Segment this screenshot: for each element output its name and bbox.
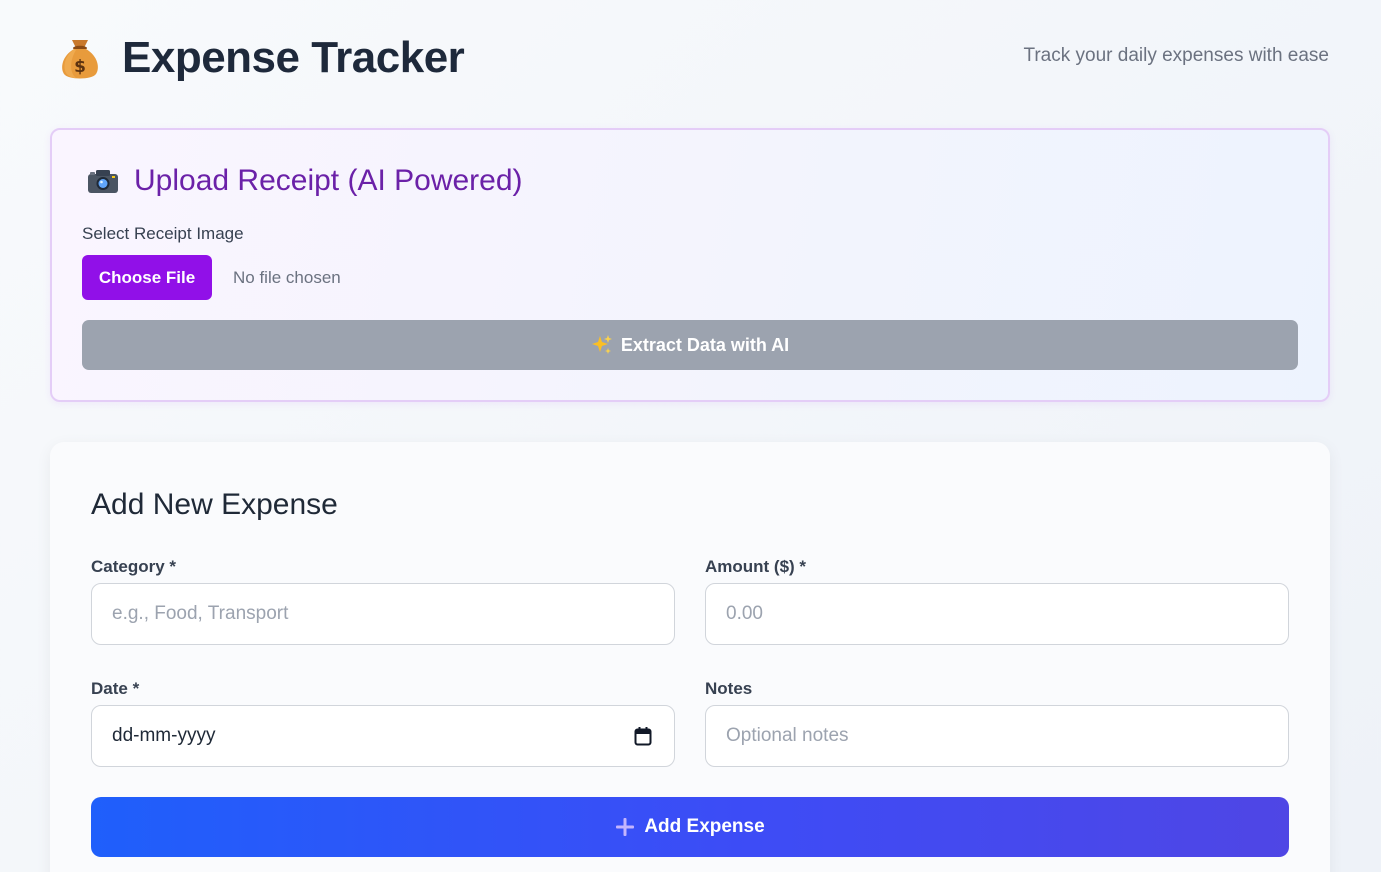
tagline: Track your daily expenses with ease	[1023, 45, 1329, 66]
upload-title-row: Upload Receipt (AI Powered)	[86, 164, 523, 198]
add-expense-title: Add New Expense	[91, 488, 338, 521]
extract-button-label: Extract Data with AI	[620, 334, 790, 355]
notes-label: Notes	[705, 679, 753, 698]
add-expense-button[interactable]: Add Expense	[91, 797, 1289, 857]
category-input[interactable]: e.g., Food, Transport	[91, 583, 675, 645]
add-expense-label: Add Expense	[644, 816, 765, 837]
date-placeholder: dd-mm-yyyy	[112, 725, 216, 746]
add-expense-card: Add New Expense Category * e.g., Food, T…	[50, 442, 1330, 872]
file-input[interactable]: Choose File No file chosen	[82, 255, 341, 300]
amount-label: Amount ($) *	[705, 557, 807, 576]
file-status: No file chosen	[233, 267, 341, 287]
money-bag-icon: $	[58, 34, 102, 82]
sparkle-icon	[591, 334, 613, 356]
date-input[interactable]: dd-mm-yyyy	[91, 705, 675, 767]
date-label: Date *	[91, 679, 140, 698]
page-header: $ Expense Tracker Track your daily expen…	[58, 30, 1329, 86]
app-title: Expense Tracker	[122, 33, 465, 82]
camera-icon	[86, 168, 120, 194]
receipt-file-label: Select Receipt Image	[82, 224, 244, 243]
calendar-icon[interactable]	[634, 726, 652, 746]
category-label: Category *	[91, 557, 177, 576]
upload-receipt-card: Upload Receipt (AI Powered) Select Recei…	[50, 128, 1330, 402]
notes-input[interactable]: Optional notes	[705, 705, 1289, 767]
amount-input[interactable]: 0.00	[705, 583, 1289, 645]
plus-icon	[615, 817, 635, 837]
svg-text:$: $	[74, 57, 86, 77]
upload-title: Upload Receipt (AI Powered)	[134, 164, 523, 197]
brand: $ Expense Tracker	[58, 33, 465, 83]
extract-data-button[interactable]: Extract Data with AI	[82, 320, 1298, 370]
choose-file-button[interactable]: Choose File	[82, 255, 212, 300]
